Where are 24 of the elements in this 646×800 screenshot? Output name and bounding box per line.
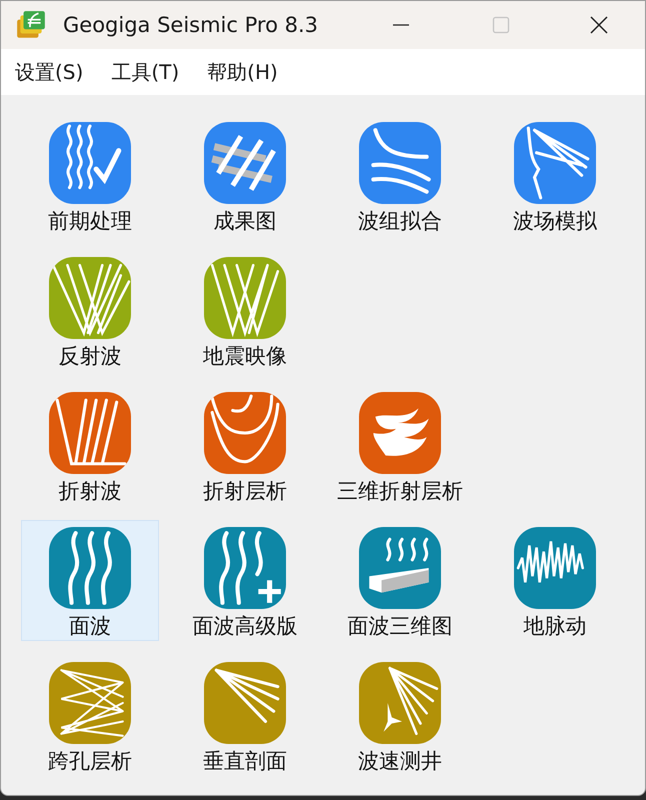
menu-item[interactable]: 设置(S) bbox=[15, 58, 84, 86]
launcher-tile[interactable]: 折射层析 bbox=[176, 385, 314, 506]
launcher-tile[interactable]: 波速测井 bbox=[331, 655, 469, 776]
launcher-tile[interactable]: 面波三维图 bbox=[331, 520, 469, 641]
launcher-tile[interactable]: 地脉动 bbox=[486, 520, 624, 641]
launcher-tile[interactable]: 波组拟合 bbox=[331, 115, 469, 236]
launcher-tile[interactable]: 地震映像 bbox=[176, 250, 314, 371]
menu-item[interactable]: 帮助(H) bbox=[207, 58, 278, 86]
launcher-tile[interactable]: 成果图 bbox=[176, 115, 314, 236]
launcher-tile[interactable]: 垂直剖面 bbox=[176, 655, 314, 776]
app-logo-icon bbox=[15, 9, 47, 41]
launcher-tile[interactable]: 面波 bbox=[21, 520, 159, 641]
launcher-tile[interactable]: 反射波 bbox=[21, 250, 159, 371]
launcher-tile[interactable]: 折射波 bbox=[21, 385, 159, 506]
launcher-tile[interactable]: 前期处理 bbox=[21, 115, 159, 236]
close-icon bbox=[589, 15, 609, 35]
launcher-tile[interactable]: 波场模拟 bbox=[486, 115, 624, 236]
launcher-tile[interactable]: 面波高级版 bbox=[176, 520, 314, 641]
window-title: Geogiga Seismic Pro 8.3 bbox=[63, 13, 318, 37]
minimize-icon bbox=[393, 24, 409, 26]
maximize-icon bbox=[491, 15, 511, 35]
launcher-tile[interactable]: 跨孔层析 bbox=[21, 655, 159, 776]
launcher-tile[interactable]: 三维折射层析 bbox=[331, 385, 469, 506]
menu-item[interactable]: 工具(T) bbox=[111, 58, 180, 86]
